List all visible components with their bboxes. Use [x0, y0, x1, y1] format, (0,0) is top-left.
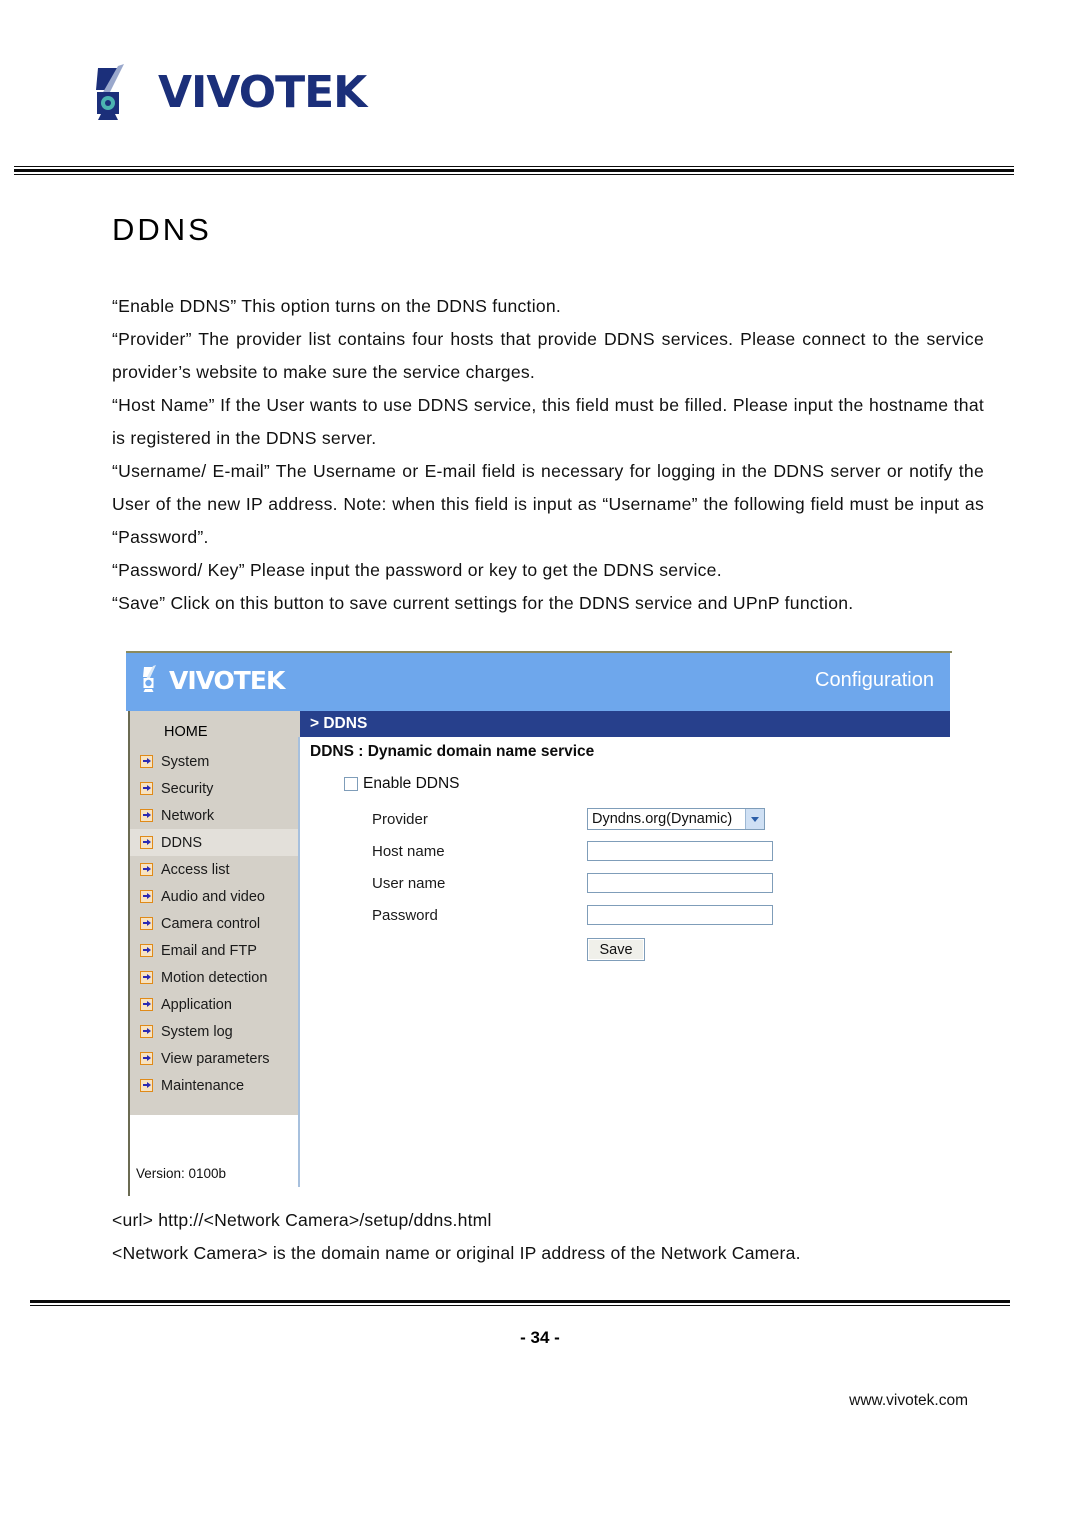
sidebar-item-system-log[interactable]: System log [130, 1018, 300, 1045]
enable-ddns-row[interactable]: Enable DDNS [344, 775, 950, 793]
brand-wordmark: VIVOTEK [158, 67, 367, 118]
arrow-right-icon [140, 1025, 153, 1038]
sidebar-item-motion-detection[interactable]: Motion detection [130, 964, 300, 991]
page-header: VIVOTEK [0, 0, 1080, 196]
field-label: Password [372, 906, 438, 924]
sidebar-item-camera-control[interactable]: Camera control [130, 910, 300, 937]
ui-sidebar: HOME System Security Network DDNS Access lis… [128, 711, 300, 1115]
sidebar-item-label: Access list [161, 861, 230, 878]
password-input[interactable] [587, 905, 773, 925]
sidebar-item-label: System log [161, 1023, 233, 1040]
arrow-right-icon [140, 836, 153, 849]
field-label: Host name [372, 842, 445, 860]
paragraph-username-email: “Username/ E-mail” The Username or E-mai… [112, 461, 984, 547]
provider-select[interactable]: Dyndns.org(Dynamic) [587, 808, 765, 830]
arrow-right-icon [140, 944, 153, 957]
arrow-right-icon [140, 917, 153, 930]
ui-banner: VIVOTEK Configuration [126, 653, 950, 711]
host-name-input[interactable] [587, 841, 773, 861]
sidebar-item-maintenance[interactable]: Maintenance [130, 1072, 300, 1099]
sidebar-item-view-parameters[interactable]: View parameters [130, 1045, 300, 1072]
field-row-password: Password [372, 899, 950, 931]
paragraph-password-key: “Password/ Key” Please input the passwor… [112, 560, 722, 580]
sidebar-item-label: Motion detection [161, 969, 268, 986]
ui-section-label: Configuration [815, 669, 934, 691]
url-line: <url> http://<Network Camera>/setup/ddns… [112, 1210, 492, 1230]
field-row-user-name: User name [372, 867, 950, 899]
footer-website: www.vivotek.com [849, 1392, 968, 1409]
sidebar-item-application[interactable]: Application [130, 991, 300, 1018]
save-button[interactable]: Save [587, 938, 645, 961]
sidebar-item-label: View parameters [161, 1050, 270, 1067]
sidebar-item-ddns[interactable]: DDNS [130, 829, 300, 856]
breadcrumb: > DDNS [300, 711, 950, 737]
arrow-right-icon [140, 1079, 153, 1092]
sidebar-item-label: Email and FTP [161, 942, 257, 959]
arrow-right-icon [140, 890, 153, 903]
arrow-right-icon [140, 971, 153, 984]
sidebar-item-label: Audio and video [161, 888, 265, 905]
arrow-right-icon [140, 863, 153, 876]
arrow-right-icon [140, 755, 153, 768]
sidebar-item-label: Security [161, 780, 214, 797]
paragraph-host-name: “Host Name” If the User wants to use DDN… [112, 395, 984, 448]
sidebar-item-label: Network [161, 807, 215, 824]
sidebar-item-label: DDNS [161, 834, 203, 851]
url-notes: <url> http://<Network Camera>/setup/ddns… [112, 1204, 984, 1270]
panel-title: DDNS : Dynamic domain name service [310, 743, 595, 760]
chevron-down-icon[interactable] [745, 809, 764, 829]
field-label: Provider [372, 810, 428, 828]
version-label: Version: 0100b [136, 1166, 227, 1181]
ui-camera-logo-icon [140, 665, 164, 695]
ui-brand-wordmark: VIVOTEK [169, 665, 285, 695]
sidebar-item-label: Maintenance [161, 1077, 245, 1094]
sidebar-item-home[interactable]: HOME [130, 711, 300, 748]
sidebar-item-label: Camera control [161, 915, 261, 932]
provider-select-value: Dyndns.org(Dynamic) [592, 811, 733, 827]
camera-logo-icon [88, 62, 146, 124]
user-name-input[interactable] [587, 873, 773, 893]
ui-brand-logo: VIVOTEK [140, 665, 285, 695]
vivotek-logo: VIVOTEK [88, 62, 367, 124]
sidebar-item-label: Application [161, 996, 232, 1013]
arrow-right-icon [140, 1052, 153, 1065]
embedded-camera-ui-screenshot: VIVOTEK Configuration > DDNS HOME System… [126, 651, 952, 1196]
paragraph-save: “Save” Click on this button to save curr… [112, 593, 854, 613]
header-divider-rule [14, 166, 1014, 175]
page-title: DDNS [112, 212, 212, 247]
paragraph-provider: “Provider” The provider list contains fo… [112, 329, 984, 382]
column-divider [298, 737, 300, 1187]
network-camera-note: <Network Camera> is the domain name or o… [112, 1243, 801, 1263]
field-label: User name [372, 874, 446, 892]
paragraph-enable-ddns: “Enable DDNS” This option turns on the D… [112, 296, 562, 316]
ddns-settings-panel: DDNS : Dynamic domain name service Enabl… [310, 743, 950, 961]
enable-ddns-label: Enable DDNS [363, 775, 460, 792]
save-row: Save [372, 938, 950, 961]
sidebar-item-network[interactable]: Network [130, 802, 300, 829]
arrow-right-icon [140, 782, 153, 795]
sidebar-item-email-and-ftp[interactable]: Email and FTP [130, 937, 300, 964]
document-body: DDNS “Enable DDNS” This option turns on … [112, 212, 984, 620]
sidebar-item-access-list[interactable]: Access list [130, 856, 300, 883]
footer-divider-rule [30, 1300, 1010, 1308]
field-row-provider: Provider Dyndns.org(Dynamic) [372, 803, 950, 835]
enable-ddns-checkbox[interactable] [344, 777, 358, 791]
arrow-right-icon [140, 998, 153, 1011]
field-row-host-name: Host name [372, 835, 950, 867]
arrow-right-icon [140, 809, 153, 822]
sidebar-item-security[interactable]: Security [130, 775, 300, 802]
page-number: - 34 - [520, 1328, 560, 1347]
ui-sidebar-footer: Version: 0100b [128, 1115, 298, 1196]
sidebar-item-audio-and-video[interactable]: Audio and video [130, 883, 300, 910]
sidebar-item-system[interactable]: System [130, 748, 300, 775]
sidebar-item-label: System [161, 753, 210, 770]
